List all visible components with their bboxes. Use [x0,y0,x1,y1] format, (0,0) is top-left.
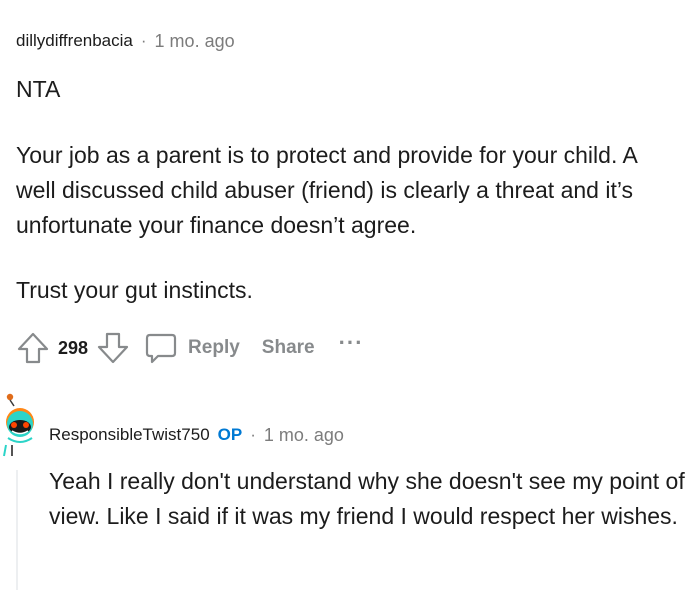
reply-username[interactable]: ResponsibleTwist750 [49,425,210,445]
reply-meta: ResponsibleTwist750 OP · 1 mo. ago [49,422,344,448]
reply-label[interactable]: Reply [188,337,240,359]
comment: dillydiffrenbacia · 1 mo. ago NTA Your j… [16,28,686,364]
share-button[interactable]: Share [262,337,315,359]
thread-line[interactable] [16,470,18,590]
reply-button[interactable]: Reply [144,331,240,365]
meta-separator: · [250,425,256,444]
reply-timestamp[interactable]: 1 mo. ago [264,425,344,446]
comment-actions: 298 Reply Share ··· [16,330,364,366]
downvote-button[interactable] [96,331,130,365]
vote-count: 298 [58,337,89,358]
comment-username[interactable]: dillydiffrenbacia [16,31,133,51]
upvote-button[interactable] [16,331,50,365]
more-options-button[interactable]: ··· [339,330,364,356]
reply-text: Yeah I really don't understand why she d… [49,468,685,529]
comment-timestamp[interactable]: 1 mo. ago [155,31,235,52]
speech-bubble-icon [145,333,177,364]
snoo-avatar-icon[interactable] [0,390,40,460]
comment-paragraph: Trust your gut instincts. [16,277,253,303]
comment-paragraph: NTA [16,76,61,102]
comment-meta: dillydiffrenbacia · 1 mo. ago [16,28,686,54]
comment-paragraph: Your job as a parent is to protect and p… [16,142,637,238]
meta-separator: · [140,31,147,50]
op-badge: OP [217,425,243,444]
arrow-down-outline-icon [97,332,129,364]
arrow-up-outline-icon [17,332,49,364]
